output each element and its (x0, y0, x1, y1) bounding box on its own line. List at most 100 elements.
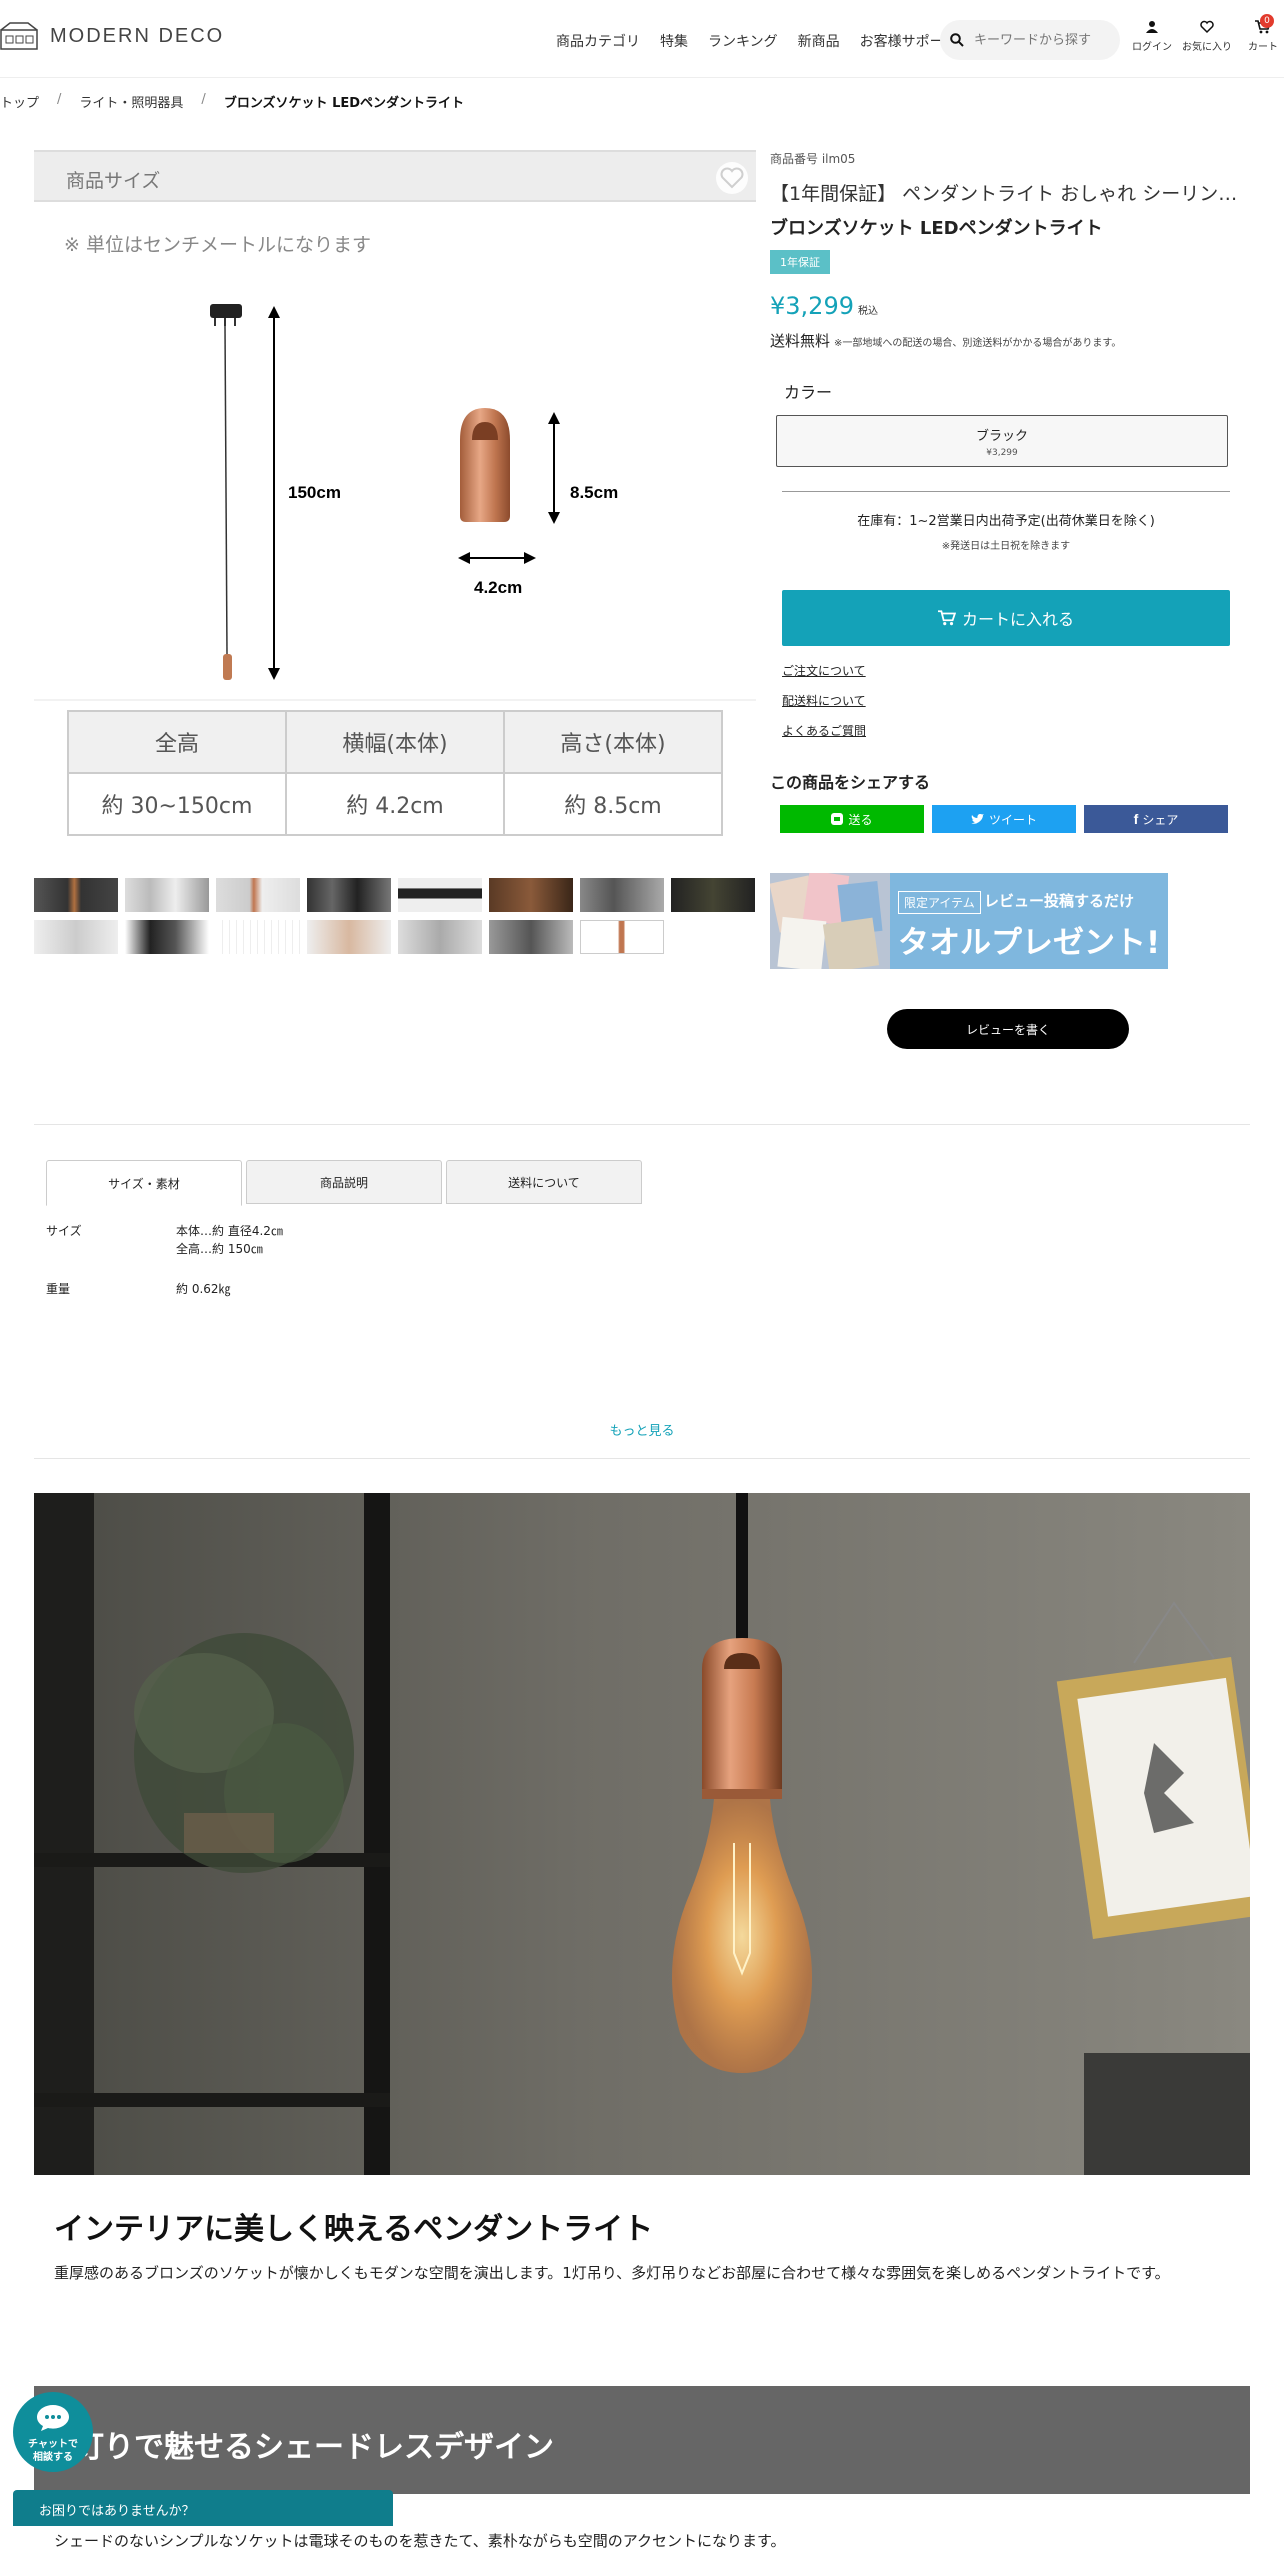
share-facebook-button[interactable]: f シェア (1084, 805, 1228, 833)
thumbnail[interactable] (307, 878, 391, 912)
color-label: カラー (784, 383, 833, 402)
cart-count-badge: 0 (1260, 14, 1274, 28)
favorites-label: お気に入り (1182, 42, 1232, 53)
tab-description[interactable]: 商品説明 (246, 1160, 442, 1204)
product-main-image[interactable]: 商品サイズ ※ 単位はセンチメートルになります 150cm 8.5cm 4.2c… (34, 150, 756, 840)
info-links: ご注文について 配送料について よくあるご質問 (782, 662, 1250, 739)
logo[interactable]: MODERN DECO (0, 22, 224, 50)
pendant-light-photo (34, 1493, 1250, 2175)
thumbnail[interactable] (580, 878, 664, 912)
thumbnail[interactable] (34, 920, 118, 954)
tax-label: 税込 (857, 306, 878, 317)
size-image-header: 商品サイズ (34, 150, 756, 202)
product-info: 商品番号 ilm05 【1年間保証】 ペンダントライト おしゃれ シーリングライ… (770, 150, 1250, 1049)
thumbnail[interactable] (671, 878, 755, 912)
promo-line2: タオルプレゼント! (898, 925, 1161, 961)
share-facebook-label: シェア (1142, 812, 1179, 827)
thumbnail[interactable] (580, 920, 664, 954)
write-review-button[interactable]: レビューを書く (887, 1009, 1129, 1049)
share-twitter-button[interactable]: ツイート (932, 805, 1076, 833)
show-more-link[interactable]: もっと見る (0, 1420, 1284, 1439)
spec-weight-value: 約 0.62㎏ (176, 1282, 231, 1296)
thumbnail[interactable] (125, 878, 209, 912)
faq-link[interactable]: よくあるご質問 (782, 722, 1250, 739)
size-header-width: 横幅(本体) (285, 710, 505, 774)
chat-button[interactable]: チャットで 相談する (13, 2392, 93, 2472)
spec-size-line2: 全高…約 150㎝ (176, 1242, 263, 1256)
dim-height-label: 150cm (288, 483, 341, 502)
login-link[interactable]: ログイン (1132, 20, 1172, 53)
add-to-cart-button[interactable]: カートに入れる (782, 590, 1230, 646)
detail-tabs: サイズ・素材 商品説明 送料について (46, 1160, 646, 1206)
add-favorite-button[interactable] (716, 162, 748, 194)
stock-note: ※発送日は土日祝を除きます (941, 541, 1071, 552)
product-subtitle: ブロンズソケット LEDペンダントライト (770, 218, 1103, 239)
order-info-link[interactable]: ご注文について (782, 662, 1250, 679)
section-band-shadeless: 灯りで魅せるシェードレスデザイン (34, 2386, 1250, 2494)
size-heading: 商品サイズ (66, 170, 161, 192)
cart-label: カート (1248, 42, 1278, 53)
search-icon[interactable] (950, 33, 964, 47)
section-divider (34, 1458, 1250, 1459)
color-option-black[interactable]: ブラック ¥3,299 (776, 415, 1228, 467)
breadcrumb-category[interactable]: ライト・照明器具 (79, 92, 183, 111)
nav-categories[interactable]: 商品カテゴリ (556, 31, 640, 51)
dim-width-label: 4.2cm (474, 578, 522, 597)
thumbnail[interactable] (307, 920, 391, 954)
nav-features[interactable]: 特集 (660, 31, 688, 51)
chat-bubble-icon (37, 2405, 69, 2431)
review-campaign-banner[interactable]: 限定アイテム レビュー投稿するだけ タオルプレゼント! (770, 873, 1168, 969)
thumbnail[interactable] (216, 920, 300, 954)
section-heading-shadeless: 灯りで魅せるシェードレスデザイン (74, 2430, 554, 2465)
size-header-height: 高さ(本体) (503, 710, 723, 774)
spec-table: サイズ 本体…約 直径4.2㎝ 全高…約 150㎝ 重量 約 0.62㎏ (46, 1222, 283, 1319)
section-divider (34, 1124, 1250, 1125)
thumbnail[interactable] (489, 920, 573, 954)
tab-shipping[interactable]: 送料について (446, 1160, 642, 1204)
share-line-button[interactable]: 送る (780, 805, 924, 833)
search-box[interactable] (940, 20, 1120, 60)
logo-text: MODERN DECO (50, 24, 225, 47)
heart-outline-icon (720, 167, 744, 189)
size-value-total: 約 30~150cm (67, 772, 287, 836)
dimension-diagram: 150cm 8.5cm 4.2cm (34, 304, 756, 701)
product-title: 【1年間保証】 ペンダントライト おしゃれ シーリングライト 照明 天井照明 (770, 183, 1240, 205)
section-text-shadeless: シェードのないシンプルなソケットは電球そのものを惹きたて、素朴ながらも空間のアク… (54, 2532, 786, 2550)
nav-new[interactable]: 新商品 (798, 31, 840, 51)
breadcrumb: トップ / ライト・照明器具 / ブロンズソケット LEDペンダントライト (0, 92, 464, 111)
size-header-total: 全高 (67, 710, 287, 774)
tab-size-material[interactable]: サイズ・素材 (46, 1160, 242, 1206)
help-bar[interactable]: お困りではありませんか？ (13, 2490, 393, 2526)
promo-line1: レビュー投稿するだけ (984, 892, 1135, 910)
promo-tag: 限定アイテム (898, 891, 981, 914)
search-input[interactable] (974, 32, 1104, 48)
thumbnail[interactable] (34, 878, 118, 912)
shipping-note: ※一部地域への配送の場合、別途送料がかかる場合があります。 (834, 338, 1122, 349)
size-value-width: 約 4.2cm (285, 772, 505, 836)
twitter-icon (970, 813, 984, 824)
line-icon (831, 813, 844, 825)
favorites-link[interactable]: お気に入り (1182, 20, 1232, 53)
thumbnail[interactable] (489, 878, 573, 912)
breadcrumb-top[interactable]: トップ (0, 92, 39, 111)
site-header: MODERN DECO 商品カテゴリ 特集 ランキング 新商品 お客様サポート … (0, 0, 1284, 78)
thumbnail[interactable] (398, 878, 482, 912)
thumbnail[interactable] (216, 878, 300, 912)
facebook-icon: f (1133, 811, 1139, 827)
thumbnail[interactable] (398, 920, 482, 954)
color-option-name: ブラック (975, 429, 1028, 444)
color-option-price: ¥3,299 (986, 448, 1018, 458)
size-value-height: 約 8.5cm (503, 772, 723, 836)
heart-icon (1200, 20, 1214, 34)
shipping-info: 送料無料 ※一部地域への配送の場合、別途送料がかかる場合があります。 (770, 330, 1250, 351)
cart-link[interactable]: 0 カート (1248, 14, 1278, 53)
shipping-fee-link[interactable]: 配送料について (782, 692, 1250, 709)
breadcrumb-current: ブロンズソケット LEDペンダントライト (223, 96, 465, 111)
thumbnail[interactable] (125, 920, 209, 954)
spec-size-value: 本体…約 直径4.2㎝ 全高…約 150㎝ (176, 1222, 283, 1258)
stock-text: 在庫有：1~2営業日内出荷予定(出荷休業日を除く) (857, 514, 1155, 529)
stock-status: 在庫有：1~2営業日内出荷予定(出荷休業日を除く) ※発送日は土日祝を除きます (782, 491, 1230, 552)
nav-ranking[interactable]: ランキング (708, 31, 778, 51)
cart-icon (937, 610, 956, 626)
shipping-free: 送料無料 (770, 332, 831, 350)
